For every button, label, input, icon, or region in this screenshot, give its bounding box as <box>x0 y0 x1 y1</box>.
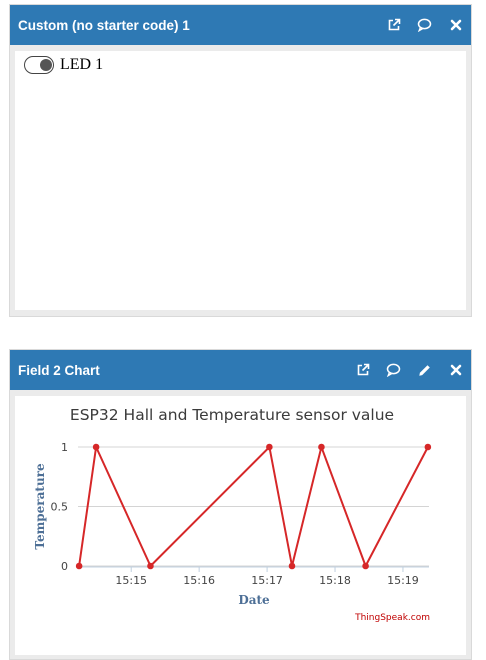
data-point <box>75 562 83 570</box>
x-tick-label: 15:17 <box>251 574 283 587</box>
external-link-icon[interactable] <box>347 350 378 390</box>
widget-header: Custom (no starter code) 1 <box>10 5 471 45</box>
comment-icon[interactable] <box>378 350 409 390</box>
data-point <box>318 443 325 451</box>
y-axis-label: Temperature <box>33 463 47 550</box>
close-icon[interactable] <box>440 350 471 390</box>
led-toggle-label: LED 1 <box>60 56 104 73</box>
data-point <box>266 443 273 451</box>
data-point <box>288 562 296 570</box>
line-chart: ESP32 Hall and Temperature sensor value … <box>33 406 432 623</box>
y-tick-label: 1 <box>61 441 68 454</box>
y-tick-label: 0 <box>61 560 68 573</box>
x-tick-label: 15:19 <box>387 574 419 587</box>
widget-title: Custom (no starter code) 1 <box>18 17 190 33</box>
field-chart-widget: Field 2 Chart ESP32 Hall and Temperature… <box>9 349 472 660</box>
close-icon[interactable] <box>440 5 471 45</box>
data-point <box>362 562 369 570</box>
x-tick-label: 15:15 <box>115 574 147 587</box>
chart-title: ESP32 Hall and Temperature sensor value <box>70 406 394 424</box>
custom-widget: Custom (no starter code) 1 LED 1 <box>9 4 472 317</box>
x-tick-label: 15:18 <box>319 574 351 587</box>
external-link-icon[interactable] <box>378 5 409 45</box>
data-point <box>92 443 100 451</box>
led-toggle-switch[interactable] <box>24 56 54 74</box>
data-point <box>147 562 154 570</box>
comment-icon[interactable] <box>409 5 440 45</box>
chart-credit[interactable]: ThingSpeak.com <box>354 613 430 623</box>
led-toggle-row: LED 1 <box>24 56 103 74</box>
widget-title: Field 2 Chart <box>18 362 100 378</box>
pencil-icon[interactable] <box>409 350 440 390</box>
x-axis-label: Date <box>238 593 270 607</box>
x-tick-label: 15:16 <box>183 574 215 587</box>
widget-header: Field 2 Chart <box>10 350 471 390</box>
data-point <box>424 443 432 451</box>
widget-body: LED 1 <box>15 51 466 310</box>
y-tick-label: 0.5 <box>51 501 69 514</box>
toggle-knob <box>39 58 52 71</box>
widget-body: ESP32 Hall and Temperature sensor value … <box>15 396 466 655</box>
